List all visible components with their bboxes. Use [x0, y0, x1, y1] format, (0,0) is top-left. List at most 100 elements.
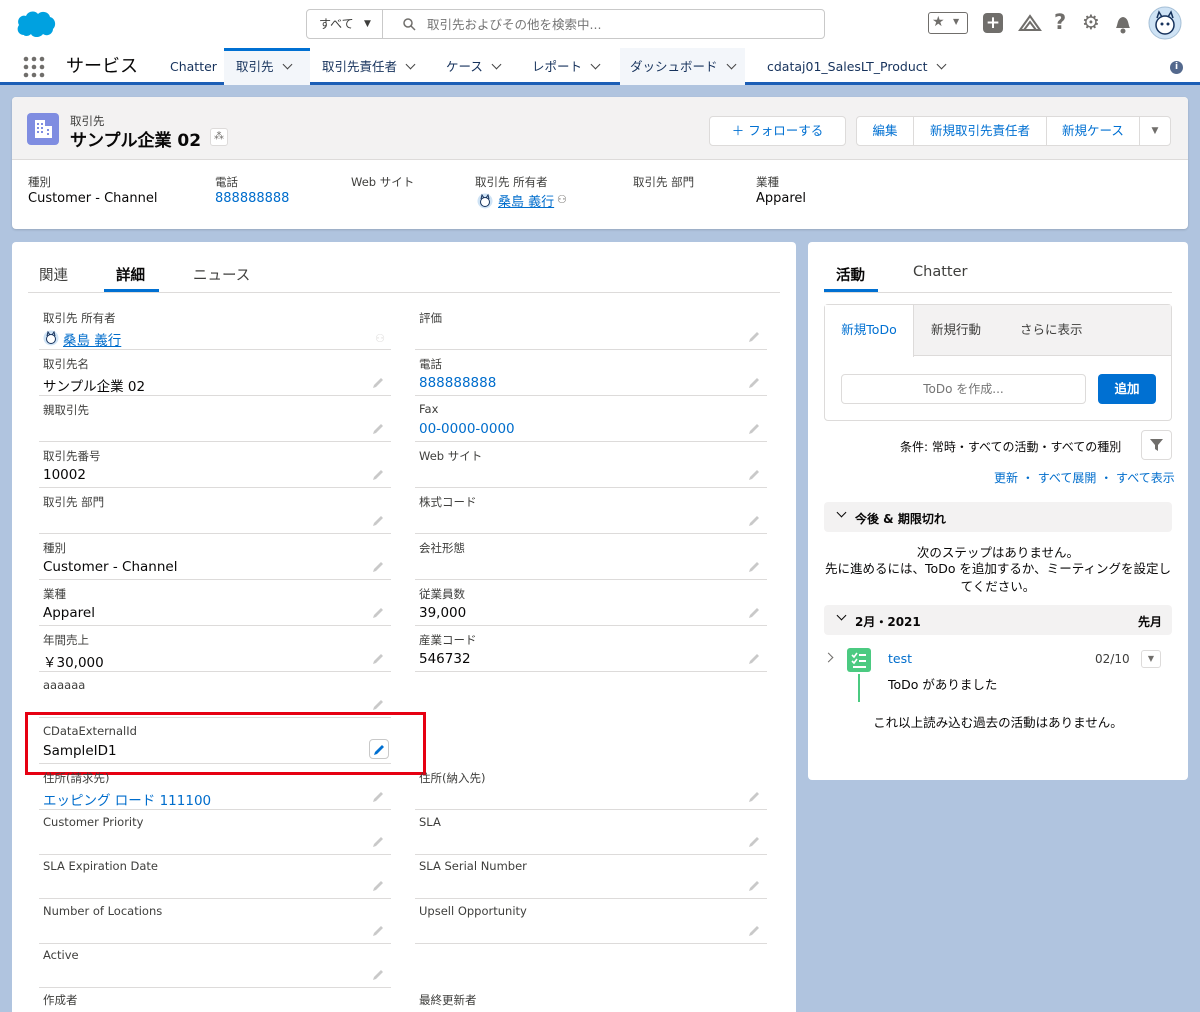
activity-item-menu[interactable]: ▼ — [1141, 650, 1161, 668]
chevron-down-icon — [590, 59, 601, 70]
nav-item-chatter[interactable]: Chatter — [170, 48, 217, 85]
change-owner-icon[interactable]: ⚇ — [375, 332, 385, 345]
expand-all-link[interactable]: すべて展開 — [1038, 471, 1097, 485]
app-name: サービス — [66, 56, 138, 77]
tab-show-more[interactable]: さらに表示 — [1020, 305, 1083, 355]
field-value[interactable]: エッピング ロード 111100 — [43, 789, 211, 809]
salesforce-logo[interactable] — [16, 9, 56, 37]
trailhead-icon[interactable] — [1018, 12, 1042, 34]
detail-field: 会社形態 — [415, 534, 767, 580]
notification-bell-icon[interactable] — [1113, 12, 1133, 34]
section-month-tag: 先月 — [1137, 615, 1162, 629]
app-launcher-icon[interactable] — [23, 56, 45, 78]
no-next-steps-hint: 先に進めるには、ToDo を追加するか、ミーティングを設定し てください。 — [825, 561, 1171, 594]
edit-pencil-icon[interactable] — [372, 968, 385, 981]
search-scope-select[interactable]: すべて ▼ — [307, 10, 383, 38]
tab-activity[interactable]: 活動 — [836, 264, 865, 285]
field-value[interactable]: 桑島 義行 — [63, 329, 121, 349]
tab-divider — [824, 292, 1172, 293]
highlight-value-owner[interactable]: 桑島 義行 — [498, 191, 554, 210]
edit-pencil-icon[interactable] — [748, 560, 761, 573]
edit-pencil-icon[interactable] — [372, 835, 385, 848]
edit-pencil-icon[interactable] — [372, 698, 385, 711]
hierarchy-icon[interactable]: ⁂ — [210, 128, 228, 146]
tab-details[interactable]: 詳細 — [116, 264, 145, 285]
new-case-button[interactable]: 新規ケース — [1046, 116, 1140, 146]
detail-field: aaaaaa — [39, 672, 391, 718]
user-avatar[interactable] — [1148, 6, 1182, 40]
nav-item-label: ケース — [446, 59, 483, 74]
activity-item-title[interactable]: test — [888, 651, 912, 666]
edit-pencil-icon[interactable] — [372, 376, 385, 389]
new-contact-button[interactable]: 新規取引先責任者 — [913, 116, 1047, 146]
edit-pencil-icon[interactable] — [748, 835, 761, 848]
edit-pencil-icon[interactable] — [372, 422, 385, 435]
nav-item-contacts[interactable]: 取引先責任者 — [322, 48, 416, 85]
edit-pencil-icon[interactable] — [748, 376, 761, 389]
edit-pencil-icon[interactable] — [372, 514, 385, 527]
chevron-down-icon — [836, 610, 847, 621]
setup-gear-icon[interactable]: ⚙ — [1082, 10, 1100, 34]
section-month[interactable]: 2月・2021 先月 — [824, 605, 1172, 635]
field-value[interactable]: 888888888 — [419, 375, 496, 391]
edit-pencil-icon[interactable] — [748, 468, 761, 481]
edit-pencil-icon[interactable] — [748, 924, 761, 937]
add-todo-button[interactable]: 追加 — [1098, 374, 1156, 404]
field-value[interactable]: 00-0000-0000 — [419, 421, 515, 437]
help-icon[interactable]: ? — [1054, 10, 1066, 34]
search-input[interactable] — [427, 13, 807, 35]
edit-pencil-icon[interactable] — [748, 330, 761, 343]
edit-pencil-icon[interactable] — [748, 422, 761, 435]
edit-button[interactable]: 編集 — [856, 116, 914, 146]
nav-item-product[interactable]: cdataj01_SalesLT_Product — [767, 48, 946, 85]
tab-chatter[interactable]: Chatter — [913, 264, 967, 280]
field-label: CDataExternalId — [43, 724, 137, 738]
favorites-button[interactable]: ★ ▼ — [928, 12, 968, 34]
edit-pencil-icon[interactable] — [372, 652, 385, 665]
nav-item-dashboards[interactable]: ダッシュボード — [620, 48, 745, 85]
field-label: 業種 — [43, 587, 66, 601]
tab-related[interactable]: 関連 — [39, 264, 68, 285]
follow-button[interactable]: ＋ フォローする — [709, 116, 846, 146]
nav-item-label: ダッシュボード — [630, 59, 718, 74]
edit-pencil-icon[interactable] — [372, 924, 385, 937]
todo-input[interactable] — [841, 374, 1086, 404]
field-value: サンプル企業 02 — [43, 379, 146, 395]
edit-pencil-icon[interactable] — [748, 652, 761, 665]
detail-field: 種別 Customer - Channel — [39, 534, 391, 580]
chevron-right-icon[interactable] — [823, 652, 834, 663]
edit-pencil-icon[interactable] — [748, 879, 761, 892]
caret-down-icon: ▼ — [953, 17, 960, 26]
highlight-label-phone: 電話 — [215, 175, 238, 189]
filter-button[interactable] — [1141, 430, 1172, 460]
field-label: 従業員数 — [419, 587, 465, 601]
field-label: 住所(請求先) — [43, 771, 110, 785]
section-month-label: 2月・2021 — [855, 615, 921, 629]
more-actions-dropdown[interactable]: ▼ — [1139, 116, 1171, 146]
edit-pencil-icon[interactable] — [372, 560, 385, 573]
edit-pencil-icon[interactable] — [372, 790, 385, 803]
change-owner-icon[interactable]: ⚇ — [557, 193, 567, 206]
edit-pencil-icon[interactable] — [372, 879, 385, 892]
edit-pencil-icon[interactable] — [372, 606, 385, 619]
tab-new-event[interactable]: 新規行動 — [931, 305, 981, 355]
nav-item-reports[interactable]: レポート — [532, 48, 601, 85]
tab-new-todo[interactable]: 新規ToDo — [825, 305, 914, 357]
activity-filter-text: 条件: 常時・すべての活動・すべての種別 — [900, 440, 1122, 454]
nav-item-accounts[interactable]: 取引先 — [224, 48, 310, 85]
edit-pencil-icon[interactable] — [748, 514, 761, 527]
view-all-link[interactable]: すべて表示 — [1116, 471, 1175, 485]
edit-pencil-icon[interactable] — [748, 790, 761, 803]
nav-item-cases[interactable]: ケース — [446, 48, 502, 85]
tab-news[interactable]: ニュース — [193, 264, 250, 285]
field-value: 39,000 — [419, 605, 467, 621]
section-upcoming-overdue[interactable]: 今後 & 期限切れ — [824, 502, 1172, 532]
info-icon[interactable]: i — [1170, 61, 1183, 74]
edit-pencil-icon[interactable] — [369, 739, 389, 759]
edit-pencil-icon[interactable] — [372, 468, 385, 481]
highlight-value-phone[interactable]: 888888888 — [215, 191, 289, 206]
edit-pencil-icon[interactable] — [748, 606, 761, 619]
activity-item-date: 02/10 — [1095, 652, 1130, 666]
global-add-icon[interactable]: + — [983, 13, 1003, 33]
refresh-link[interactable]: 更新 — [994, 471, 1018, 485]
